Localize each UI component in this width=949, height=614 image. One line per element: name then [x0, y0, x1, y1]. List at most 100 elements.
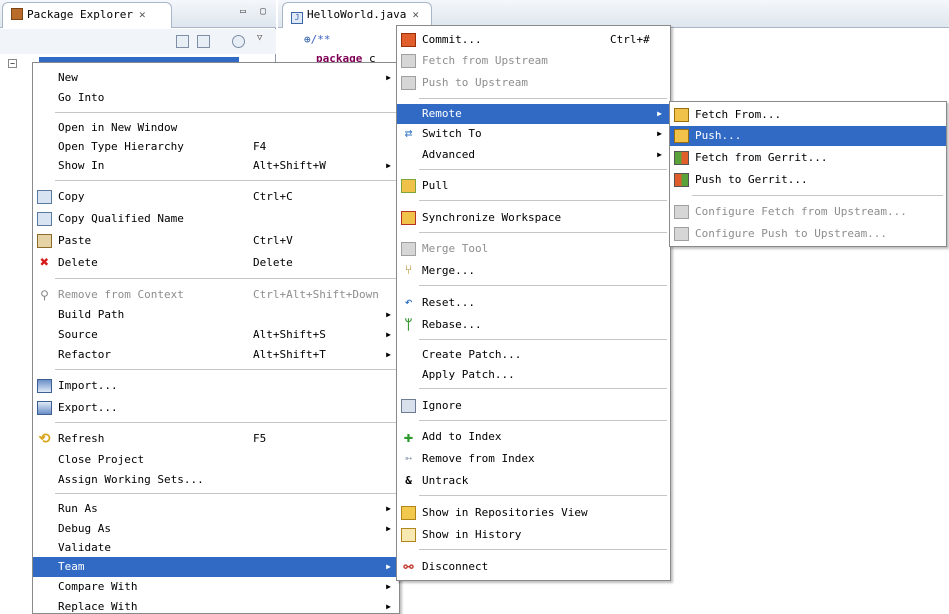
menu-item-rebase[interactable]: ᛘ Rebase... [397, 315, 670, 335]
menu-item-fetch-from-upstream[interactable]: Fetch from Upstream [397, 51, 670, 71]
menu-item-push-to-gerrit[interactable]: Push to Gerrit... [670, 170, 946, 190]
menu-item-refresh[interactable]: ⟲ Refresh F5 [33, 429, 399, 449]
menu-label: Refactor [58, 348, 111, 361]
menu-item-untrack[interactable]: & Untrack [397, 471, 670, 491]
menu-label: Synchronize Workspace [422, 211, 562, 224]
menu-item-fetch-from-gerrit[interactable]: Fetch from Gerrit... [670, 148, 946, 168]
menu-item-team[interactable]: Team ▶ [33, 557, 399, 577]
menu-label: Create Patch... [422, 348, 522, 361]
menu-item-assign-working-sets[interactable]: Assign Working Sets... [33, 470, 399, 490]
menu-item-remote[interactable]: Remote ▶ [397, 104, 670, 124]
menu-item-run-as[interactable]: Run As ▶ [33, 499, 399, 519]
menu-item-ignore[interactable]: Ignore [397, 396, 670, 416]
collapse-toggle-icon[interactable]: − [8, 59, 17, 68]
menu-item-close-project[interactable]: Close Project [33, 450, 399, 470]
menu-accel: Ctrl+V [253, 234, 293, 247]
menu-item-debug-as[interactable]: Debug As ▶ [33, 519, 399, 539]
menu-label: Team [58, 560, 85, 573]
copy-qualified-name-icon [37, 212, 52, 226]
menu-item-source[interactable]: Source Alt+Shift+S ▶ [33, 325, 399, 345]
menu-item-compare-with[interactable]: Compare With ▶ [33, 577, 399, 597]
menu-item-push[interactable]: Push... [670, 126, 946, 146]
menu-label: Fetch from Upstream [422, 54, 548, 67]
menu-item-build-path[interactable]: Build Path ▶ [33, 305, 399, 325]
menu-item-fetch-from[interactable]: Fetch From... [670, 105, 946, 125]
fold-icon[interactable]: ⊕ [304, 33, 311, 46]
menu-accel: Ctrl+Alt+Shift+Down [253, 288, 379, 301]
menu-label: Export... [58, 401, 118, 414]
close-icon[interactable]: ✕ [139, 8, 146, 21]
paste-icon [37, 234, 52, 248]
focus-task-icon[interactable] [232, 35, 245, 48]
menu-item-export[interactable]: Export... [33, 398, 399, 418]
submenu-arrow-icon: ▶ [657, 129, 662, 138]
close-icon[interactable]: ✕ [412, 8, 419, 21]
menu-item-validate[interactable]: Validate [33, 538, 399, 558]
disconnect-icon: ⚯ [403, 560, 414, 574]
menu-item-merge[interactable]: ⑂ Merge... [397, 261, 670, 281]
submenu-arrow-icon: ▶ [386, 73, 391, 82]
menu-label: Remove from Context [58, 288, 184, 301]
menu-item-refactor[interactable]: Refactor Alt+Shift+T ▶ [33, 345, 399, 365]
menu-item-synchronize-workspace[interactable]: Synchronize Workspace [397, 208, 670, 228]
menu-item-reset[interactable]: ↶ Reset... [397, 293, 670, 313]
add-icon: ✚ [403, 427, 414, 446]
submenu-arrow-icon: ▶ [386, 562, 391, 571]
view-window-controls[interactable]: ▭ ▢ [240, 6, 270, 17]
menu-item-delete[interactable]: ✖ Delete Delete [33, 253, 399, 273]
menu-label: Remote [422, 107, 462, 120]
menu-accel: Delete [253, 256, 293, 269]
menu-item-configure-fetch[interactable]: Configure Fetch from Upstream... [670, 202, 946, 222]
submenu-arrow-icon: ▶ [386, 161, 391, 170]
menu-label: Disconnect [422, 560, 489, 573]
configure-fetch-icon [674, 205, 689, 219]
menu-accel: F4 [253, 140, 267, 153]
menu-item-push-to-upstream[interactable]: Push to Upstream [397, 73, 670, 93]
menu-item-disconnect[interactable]: ⚯ Disconnect [397, 557, 670, 577]
menu-item-commit[interactable]: Commit... Ctrl+# [397, 30, 670, 50]
menu-item-create-patch[interactable]: Create Patch... [397, 345, 670, 365]
menu-item-switch-to[interactable]: ⇄ Switch To ▶ [397, 124, 670, 144]
menu-label: Run As [58, 502, 98, 515]
commit-icon [401, 33, 416, 47]
collapse-all-icon[interactable] [176, 35, 189, 48]
package-explorer-tab[interactable]: Package Explorer ✕ [2, 2, 172, 28]
menu-item-apply-patch[interactable]: Apply Patch... [397, 365, 670, 385]
menu-item-copy-qualified-name[interactable]: Copy Qualified Name [33, 209, 399, 229]
menu-item-add-to-index[interactable]: ✚ Add to Index [397, 427, 670, 447]
menu-item-show-in-history[interactable]: Show in History [397, 525, 670, 545]
menu-item-go-into[interactable]: Go Into [33, 88, 399, 108]
menu-item-merge-tool[interactable]: Merge Tool [397, 239, 670, 259]
menu-item-remove-from-context[interactable]: ⚲ Remove from Context Ctrl+Alt+Shift+Down [33, 285, 399, 305]
menu-label: Replace With [58, 600, 138, 613]
view-menu-icon[interactable]: ▽ [257, 33, 262, 43]
menu-item-import[interactable]: Import... [33, 376, 399, 396]
history-icon [401, 528, 416, 542]
menu-item-pull[interactable]: Pull [397, 176, 670, 196]
submenu-arrow-icon: ▶ [386, 602, 391, 611]
menu-label: Fetch from Gerrit... [695, 151, 828, 164]
menu-item-open-type-hierarchy[interactable]: Open Type Hierarchy F4 [33, 137, 399, 157]
submenu-arrow-icon: ▶ [386, 330, 391, 339]
refresh-icon: ⟲ [38, 431, 51, 447]
menu-label: Merge Tool [422, 242, 489, 255]
menu-item-remove-from-index[interactable]: ➳ Remove from Index [397, 449, 670, 469]
editor-tabbar: J HelloWorld.java ✕ [278, 0, 949, 28]
separator [55, 180, 396, 181]
package-explorer-tabbar: Package Explorer ✕ ▭ ▢ [0, 0, 276, 28]
separator [55, 112, 396, 113]
menu-item-replace-with[interactable]: Replace With ▶ [33, 597, 399, 614]
menu-item-show-in-repositories-view[interactable]: Show in Repositories View [397, 503, 670, 523]
menu-label: Debug As [58, 522, 111, 535]
menu-item-configure-push[interactable]: Configure Push to Upstream... [670, 224, 946, 244]
menu-item-open-new-window[interactable]: Open in New Window [33, 118, 399, 138]
copy-icon [37, 190, 52, 204]
submenu-arrow-icon: ▶ [657, 150, 662, 159]
menu-item-new[interactable]: New ▶ [33, 68, 399, 88]
menu-item-copy[interactable]: Copy Ctrl+C [33, 187, 399, 207]
link-with-editor-icon[interactable] [197, 35, 210, 48]
menu-item-paste[interactable]: Paste Ctrl+V [33, 231, 399, 251]
separator [419, 388, 667, 389]
menu-item-advanced[interactable]: Advanced ▶ [397, 145, 670, 165]
menu-item-show-in[interactable]: Show In Alt+Shift+W ▶ [33, 156, 399, 176]
